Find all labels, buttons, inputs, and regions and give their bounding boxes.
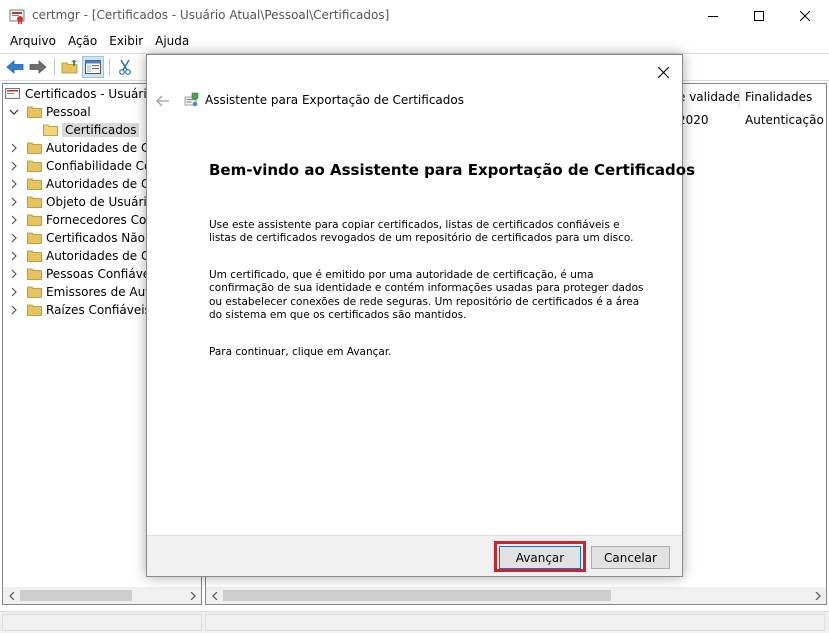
folder-icon bbox=[27, 304, 42, 316]
tree-item[interactable]: Objeto de Usuário c bbox=[9, 193, 167, 211]
tree-label: Pessoal bbox=[46, 105, 91, 119]
up-level-button[interactable] bbox=[59, 56, 81, 78]
next-button[interactable]: Avançar bbox=[499, 546, 581, 569]
chevron-right-icon[interactable] bbox=[9, 179, 19, 189]
dialog-title: Assistente para Exportação de Certificad… bbox=[205, 93, 464, 107]
show-hide-tree-button[interactable] bbox=[82, 56, 104, 78]
column-separator[interactable] bbox=[739, 88, 740, 108]
menu-bar: Arquivo Ação Exibir Ajuda bbox=[0, 32, 829, 52]
back-arrow-icon bbox=[156, 95, 169, 107]
chevron-down-icon[interactable] bbox=[9, 107, 19, 117]
dialog-paragraph-3: Para continuar, clique em Avançar. bbox=[209, 346, 392, 358]
menu-acao[interactable]: Ação bbox=[62, 32, 103, 52]
back-button[interactable] bbox=[4, 56, 26, 78]
column-header-validity[interactable]: e validade bbox=[678, 90, 740, 110]
folder-icon bbox=[27, 286, 42, 298]
chevron-right-icon[interactable] bbox=[9, 233, 19, 243]
folder-icon bbox=[27, 142, 42, 154]
folder-icon bbox=[27, 214, 42, 226]
tree-item[interactable]: Autoridades de Cer bbox=[9, 139, 165, 157]
folder-icon bbox=[27, 106, 42, 118]
menu-exibir[interactable]: Exibir bbox=[103, 32, 149, 52]
tree-item[interactable]: Confiabilidade Corp bbox=[9, 157, 167, 175]
status-segment bbox=[205, 614, 825, 631]
scrollbar-thumb[interactable] bbox=[20, 590, 132, 601]
cut-button[interactable] bbox=[114, 56, 136, 78]
tree-item[interactable]: Autoridades de Cer bbox=[9, 247, 165, 265]
tree-item-pessoal[interactable]: Pessoal bbox=[9, 103, 94, 121]
dialog-back-button[interactable] bbox=[155, 93, 171, 109]
status-bar bbox=[0, 611, 829, 633]
close-icon bbox=[657, 66, 669, 78]
folder-icon bbox=[27, 232, 42, 244]
title-bar: certmgr - [Certificados - Usuário Atual\… bbox=[0, 0, 829, 32]
scroll-right-icon[interactable] bbox=[809, 587, 826, 604]
folder-icon bbox=[27, 268, 42, 280]
tree-item[interactable]: Raízes Confiáveis d bbox=[9, 301, 165, 319]
close-window-button[interactable] bbox=[782, 0, 828, 32]
folder-icon bbox=[27, 250, 42, 262]
column-header-purposes[interactable]: Finalidades bbox=[745, 90, 812, 110]
dialog-paragraph-1: Use este assistente para copiar certific… bbox=[209, 219, 634, 245]
maximize-icon bbox=[754, 11, 764, 21]
tree-item[interactable]: Pessoas Confiáveis bbox=[9, 265, 163, 283]
export-wizard-dialog: Assistente para Exportação de Certificad… bbox=[146, 54, 695, 577]
close-icon bbox=[800, 11, 810, 21]
dialog-paragraph-2: Um certificado, que é emitido por uma au… bbox=[209, 269, 644, 321]
tree-label: Certificados bbox=[62, 123, 140, 137]
chevron-right-icon[interactable] bbox=[9, 143, 19, 153]
tree-item[interactable]: Emissores de Auter bbox=[9, 283, 165, 301]
folder-icon bbox=[27, 196, 42, 208]
cancel-button[interactable]: Cancelar bbox=[591, 546, 670, 569]
chevron-right-icon[interactable] bbox=[9, 287, 19, 297]
dialog-heading: Bem-vindo ao Assistente para Exportação … bbox=[209, 161, 696, 179]
maximize-button[interactable] bbox=[736, 0, 782, 32]
status-segment bbox=[2, 614, 202, 631]
menu-arquivo[interactable]: Arquivo bbox=[0, 32, 62, 52]
menu-ajuda[interactable]: Ajuda bbox=[149, 32, 195, 52]
chevron-right-icon[interactable] bbox=[9, 305, 19, 315]
forward-arrow-icon bbox=[29, 60, 47, 74]
folder-icon bbox=[27, 178, 42, 190]
toolbar-separator bbox=[109, 58, 110, 76]
chevron-right-icon[interactable] bbox=[9, 251, 19, 261]
tree-horizontal-scrollbar[interactable] bbox=[3, 587, 201, 604]
scroll-right-icon[interactable] bbox=[184, 587, 201, 604]
dialog-footer: Avançar Cancelar bbox=[147, 535, 682, 576]
properties-view-icon bbox=[85, 60, 101, 74]
tree-item[interactable]: Fornecedores Conf bbox=[9, 211, 161, 229]
chevron-right-icon[interactable] bbox=[9, 161, 19, 171]
toolbar-separator bbox=[54, 58, 55, 76]
tree-label: Certificados Não C bbox=[46, 231, 158, 245]
scroll-left-icon[interactable] bbox=[206, 587, 223, 604]
minimize-button[interactable] bbox=[690, 0, 736, 32]
list-cell-purposes[interactable]: Autenticação d bbox=[745, 113, 826, 131]
certmgr-app-icon bbox=[9, 9, 25, 24]
tree-item[interactable]: Certificados Não C bbox=[9, 229, 160, 247]
certificate-store-icon bbox=[5, 88, 20, 99]
tree-item-certificados[interactable]: Certificados bbox=[43, 121, 140, 139]
back-arrow-icon bbox=[6, 60, 24, 74]
list-horizontal-scrollbar[interactable] bbox=[206, 587, 826, 604]
minimize-icon bbox=[708, 16, 718, 17]
dialog-close-button[interactable] bbox=[652, 61, 674, 83]
chevron-right-icon[interactable] bbox=[9, 197, 19, 207]
chevron-right-icon[interactable] bbox=[9, 269, 19, 279]
folder-open-icon bbox=[43, 124, 58, 136]
tree-item[interactable]: Autoridades de Cer bbox=[9, 175, 165, 193]
forward-button[interactable] bbox=[27, 56, 49, 78]
folder-icon bbox=[27, 160, 42, 172]
scissors-cut-icon bbox=[119, 59, 131, 75]
scroll-left-icon[interactable] bbox=[3, 587, 20, 604]
tree-label: Fornecedores Conf bbox=[46, 213, 159, 227]
window-title: certmgr - [Certificados - Usuário Atual\… bbox=[32, 8, 390, 22]
tree-root[interactable]: Certificados - Usuário A bbox=[5, 85, 169, 103]
chevron-right-icon[interactable] bbox=[9, 215, 19, 225]
folder-up-icon bbox=[61, 59, 78, 74]
certificate-wizard-icon bbox=[184, 92, 199, 107]
scrollbar-thumb[interactable] bbox=[223, 590, 611, 601]
